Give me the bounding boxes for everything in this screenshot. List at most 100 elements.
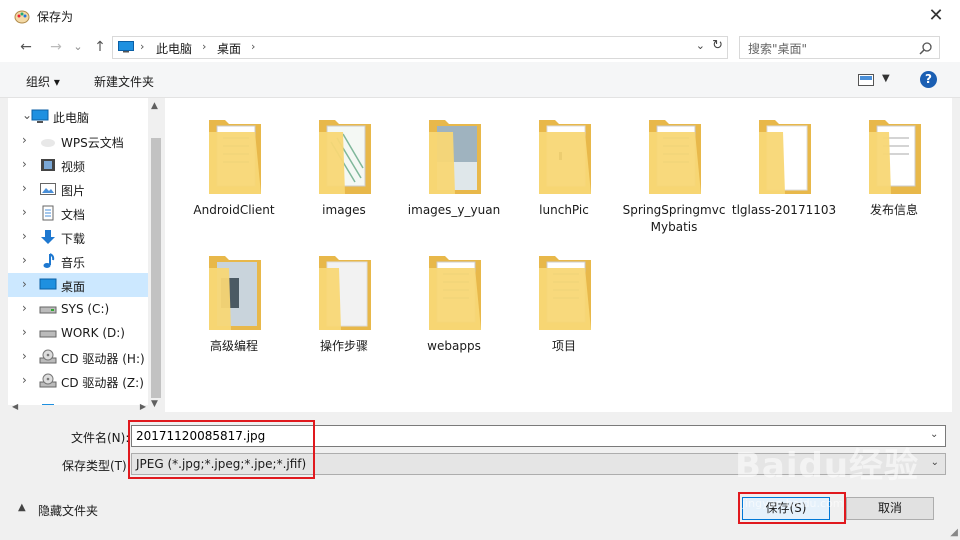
sidebar-item-label: WPS云文档: [61, 136, 124, 150]
chevron-right-icon[interactable]: ›: [22, 157, 27, 171]
chevron-right-icon[interactable]: ›: [22, 325, 27, 339]
cd-drive-icon: [39, 349, 57, 364]
chevron-right-icon[interactable]: ›: [22, 349, 27, 363]
breadcrumb-separator: ›: [251, 40, 256, 53]
sidebar-item-videos[interactable]: › 视频: [8, 153, 148, 177]
forward-button[interactable]: →: [46, 37, 66, 57]
folder-item[interactable]: webapps: [399, 234, 509, 364]
folder-icon: [869, 120, 921, 194]
chevron-down-icon[interactable]: ⌄: [930, 429, 938, 440]
sidebar-item-music[interactable]: › 音乐: [8, 249, 148, 273]
search-box[interactable]: 搜索"桌面": [739, 36, 940, 59]
scrollbar-thumb[interactable]: [151, 138, 161, 398]
scroll-left-icon[interactable]: ◀: [12, 402, 18, 411]
breadcrumb-desktop[interactable]: 桌面: [217, 40, 241, 57]
folder-item[interactable]: 高级编程: [179, 234, 289, 364]
folder-icon: [209, 256, 261, 330]
help-icon[interactable]: ?: [920, 71, 937, 88]
scroll-right-icon[interactable]: ▶: [140, 402, 146, 411]
folder-item[interactable]: 项目: [509, 234, 619, 364]
up-arrow-icon: ↑: [94, 39, 106, 55]
folder-label: webapps: [427, 339, 481, 353]
resize-grip-icon[interactable]: ◢: [950, 527, 958, 538]
navigation-pane-scrollbar[interactable]: ▲ ▼: [148, 98, 164, 412]
sidebar-item-desktop[interactable]: › 桌面: [8, 273, 148, 297]
folder-label: 发布信息: [869, 203, 918, 217]
sidebar-item-label: 图片: [61, 184, 86, 198]
folder-label: images_y_yuan: [407, 203, 501, 217]
scroll-down-icon[interactable]: ▼: [151, 399, 158, 409]
sidebar-item-cd-z[interactable]: › CD 驱动器 (Z:): [8, 369, 148, 393]
folder-label: AndroidClient: [193, 203, 275, 217]
navigation-bar: ← → ⌄ ↑ › 此电脑 › 桌面 › ⌄ ↻ 搜索"桌面": [0, 32, 960, 62]
chevron-down-icon: ⌄: [930, 457, 939, 468]
organize-button[interactable]: 组织 ▾: [26, 73, 60, 90]
sidebar-item-this-pc[interactable]: ⌄ 此电脑: [8, 104, 148, 128]
sidebar-item-label: WORK (D:): [61, 326, 125, 340]
drive-icon: [39, 306, 57, 314]
hide-folders-label: 隐藏文件夹: [38, 504, 99, 518]
sidebar-item-label: CD 驱动器 (H:): [61, 352, 145, 366]
chevron-up-icon: ▲: [18, 502, 26, 513]
view-mode-icon[interactable]: [858, 74, 874, 86]
back-arrow-icon: ←: [20, 39, 32, 55]
sidebar-item-label: 音乐: [61, 256, 86, 270]
folder-item[interactable]: AndroidClient: [179, 98, 289, 228]
video-icon: [41, 159, 55, 171]
chevron-right-icon[interactable]: ›: [22, 253, 27, 267]
cancel-button[interactable]: 取消: [846, 497, 934, 520]
chevron-right-icon[interactable]: ›: [22, 133, 27, 147]
close-button[interactable]: ✕: [924, 4, 948, 28]
chevron-right-icon[interactable]: ›: [22, 181, 27, 195]
chevron-right-icon[interactable]: ›: [22, 205, 27, 219]
sidebar-item-documents[interactable]: › 文档: [8, 201, 148, 225]
new-folder-button[interactable]: 新建文件夹: [94, 73, 154, 90]
breadcrumb-this-pc[interactable]: 此电脑: [156, 40, 192, 57]
sidebar-item-drive-d[interactable]: › WORK (D:): [8, 321, 148, 345]
close-icon: ✕: [928, 5, 944, 26]
chevron-right-icon[interactable]: ›: [22, 301, 27, 315]
file-type-label: 保存类型(T):: [62, 459, 131, 473]
sidebar-item-pictures[interactable]: › 图片: [8, 177, 148, 201]
folder-label: tlglass-20171103: [731, 203, 837, 217]
address-bar[interactable]: › 此电脑 › 桌面 › ⌄ ↻: [112, 36, 728, 59]
chevron-down-icon: ⌄: [73, 40, 83, 53]
scroll-up-icon[interactable]: ▲: [151, 101, 158, 111]
sidebar-item-downloads[interactable]: › 下载: [8, 225, 148, 249]
folder-item[interactable]: lunchPic: [509, 98, 619, 228]
pc-icon: [31, 109, 49, 123]
forward-arrow-icon: →: [50, 39, 62, 55]
view-dropdown-icon[interactable]: ▼: [882, 73, 890, 84]
sidebar-item-label: 下载: [61, 232, 86, 246]
watermark-logo: Baidu经验: [735, 446, 920, 486]
folder-icon: [209, 120, 261, 194]
sidebar-item-wps-cloud[interactable]: › WPS云文档: [8, 129, 148, 153]
chevron-right-icon[interactable]: ›: [22, 373, 27, 387]
folder-item[interactable]: 操作步骤: [289, 234, 399, 364]
folder-item[interactable]: tlglass-20171103: [729, 98, 839, 228]
refresh-icon[interactable]: ↻: [712, 38, 723, 53]
documents-icon: [42, 205, 54, 221]
folder-item[interactable]: SpringSpringmvcMybatis: [619, 98, 729, 234]
chevron-right-icon[interactable]: ›: [22, 277, 27, 291]
sidebar-item-label: SYS (C:): [61, 302, 110, 316]
back-button[interactable]: ←: [16, 37, 36, 57]
chevron-right-icon[interactable]: ›: [22, 229, 27, 243]
search-input[interactable]: 搜索"桌面": [748, 40, 807, 57]
folder-item[interactable]: images_y_yuan: [399, 98, 509, 228]
recent-locations-button[interactable]: ⌄: [68, 37, 88, 57]
sidebar-item-label: 文档: [61, 208, 86, 222]
sidebar-item-drive-c[interactable]: › SYS (C:): [8, 297, 148, 321]
breadcrumb-separator: ›: [140, 40, 145, 53]
sidebar-item-cd-h[interactable]: › CD 驱动器 (H:): [8, 345, 148, 369]
folder-item[interactable]: 发布信息: [839, 98, 949, 228]
address-dropdown-icon[interactable]: ⌄: [696, 39, 705, 52]
download-icon: [41, 230, 55, 244]
folder-icon: [539, 120, 591, 194]
folder-icon: [759, 120, 811, 194]
up-button[interactable]: ↑: [90, 37, 110, 57]
folder-item[interactable]: images: [289, 98, 399, 228]
folder-icon: [429, 256, 481, 330]
file-list-scrollbar[interactable]: [952, 98, 960, 412]
cd-drive-icon: [39, 373, 57, 388]
